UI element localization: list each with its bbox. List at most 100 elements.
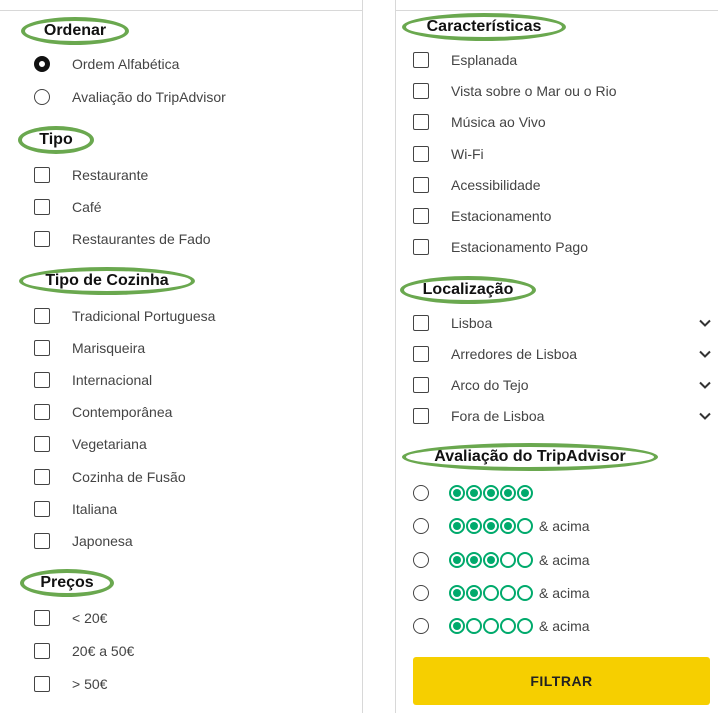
- checkbox-option-contemporanea[interactable]: Contemporânea: [34, 400, 172, 424]
- option-label: > 50€: [72, 676, 108, 692]
- checkbox[interactable]: [34, 340, 50, 357]
- rating-option-4[interactable]: & acima: [413, 514, 590, 538]
- checkbox-option-estacionamento-pago[interactable]: Estacionamento Pago: [413, 235, 588, 259]
- radio-button[interactable]: [413, 485, 429, 501]
- option-label: Restaurante: [72, 167, 149, 183]
- option-label: Lisboa: [451, 315, 493, 331]
- checkbox-option-internacional[interactable]: Internacional: [34, 368, 152, 392]
- checkbox[interactable]: [413, 83, 429, 100]
- radio-button[interactable]: [413, 551, 429, 568]
- radio-button[interactable]: [34, 56, 50, 72]
- checkbox[interactable]: [413, 315, 429, 331]
- option-label: Tradicional Portuguesa: [72, 308, 216, 324]
- filled-bubble-icon: [500, 485, 516, 501]
- checkbox-option-50[interactable]: > 50€: [34, 672, 107, 696]
- option-label: Wi-Fi: [451, 145, 484, 162]
- checkbox[interactable]: [34, 468, 50, 485]
- checkbox-option-restaurantes-de-fado[interactable]: Restaurantes de Fado: [34, 227, 211, 251]
- checkbox[interactable]: [413, 145, 429, 162]
- checkbox[interactable]: [34, 676, 50, 692]
- checkbox-option-lisboa[interactable]: Lisboa: [413, 311, 492, 335]
- checkbox[interactable]: [34, 404, 50, 421]
- checkbox-option-restaurante[interactable]: Restaurante: [34, 163, 148, 187]
- checkbox[interactable]: [413, 208, 429, 224]
- empty-bubble-icon: [483, 618, 499, 635]
- checkbox[interactable]: [34, 643, 50, 659]
- checkbox-option-marisqueira[interactable]: Marisqueira: [34, 336, 145, 360]
- filled-bubble-icon: [449, 518, 465, 535]
- option-label: Esplanada: [451, 52, 518, 68]
- checkbox[interactable]: [413, 52, 429, 68]
- rating-suffix: & acima: [539, 551, 590, 568]
- section-heading-tipo-de-cozinha: Tipo de Cozinha: [19, 267, 195, 295]
- empty-bubble-icon: [517, 551, 533, 568]
- option-label: Vegetariana: [72, 436, 147, 453]
- checkbox[interactable]: [34, 167, 50, 183]
- option-label: Contemporânea: [72, 404, 173, 421]
- checkbox-option-japonesa[interactable]: Japonesa: [34, 529, 133, 553]
- checkbox[interactable]: [34, 372, 50, 389]
- option-label: Italiana: [72, 500, 118, 517]
- option-label: Ordem Alfabética: [72, 56, 180, 72]
- option-label: Cozinha de Fusão: [72, 468, 186, 485]
- checkbox[interactable]: [413, 408, 429, 424]
- checkbox[interactable]: [413, 377, 429, 393]
- rating-option-1[interactable]: & acima: [413, 614, 590, 638]
- radio-button[interactable]: [34, 89, 50, 105]
- chevron-down-icon[interactable]: [698, 409, 712, 423]
- checkbox-option-vegetariana[interactable]: Vegetariana: [34, 432, 147, 456]
- checkbox[interactable]: [413, 176, 429, 193]
- divider: [0, 10, 362, 11]
- empty-bubble-icon: [500, 584, 516, 601]
- checkbox[interactable]: [413, 346, 429, 362]
- checkbox[interactable]: [34, 532, 50, 549]
- chevron-down-icon[interactable]: [698, 347, 712, 361]
- radio-button[interactable]: [413, 584, 429, 601]
- checkbox[interactable]: [413, 114, 429, 131]
- checkbox-option-20[interactable]: < 20€: [34, 606, 107, 630]
- checkbox[interactable]: [34, 436, 50, 453]
- checkbox-option-italiana[interactable]: Italiana: [34, 497, 117, 521]
- empty-bubble-icon: [517, 518, 533, 535]
- radio-button[interactable]: [413, 618, 429, 635]
- filter-button[interactable]: FILTRAR: [413, 657, 710, 705]
- rating-suffix: & acima: [539, 518, 590, 535]
- checkbox-option-musica-ao-vivo[interactable]: Música ao Vivo: [413, 110, 546, 134]
- checkbox-option-estacionamento[interactable]: Estacionamento: [413, 204, 551, 228]
- checkbox-option-acessibilidade[interactable]: Acessibilidade: [413, 173, 541, 197]
- chevron-down-icon[interactable]: [698, 378, 712, 392]
- checkbox-option-esplanada[interactable]: Esplanada: [413, 48, 517, 72]
- empty-bubble-icon: [500, 551, 516, 568]
- checkbox-option-wi-fi[interactable]: Wi-Fi: [413, 142, 484, 166]
- checkbox[interactable]: [34, 500, 50, 517]
- checkbox[interactable]: [34, 199, 50, 215]
- rating-option-3[interactable]: & acima: [413, 548, 590, 572]
- sort-option-alphabetical[interactable]: Ordem Alfabética: [34, 52, 179, 76]
- filled-bubble-icon: [483, 485, 499, 501]
- checkbox-option-vista-sobre-o-mar-ou-o-rio[interactable]: Vista sobre o Mar ou o Rio: [413, 79, 617, 103]
- checkbox-option-fora-de-lisboa[interactable]: Fora de Lisboa: [413, 404, 544, 428]
- checkbox[interactable]: [34, 610, 50, 626]
- checkbox-option-tradicional-portuguesa[interactable]: Tradicional Portuguesa: [34, 304, 215, 328]
- section-heading-avaliacao: Avaliação do TripAdvisor: [402, 443, 658, 471]
- checkbox-option-arredores-de-lisboa[interactable]: Arredores de Lisboa: [413, 342, 577, 366]
- checkbox-option-cozinha-de-fusao[interactable]: Cozinha de Fusão: [34, 465, 186, 489]
- checkbox[interactable]: [413, 239, 429, 256]
- radio-button[interactable]: [413, 518, 429, 535]
- filled-bubble-icon: [500, 518, 516, 535]
- option-label: Fora de Lisboa: [451, 408, 545, 424]
- checkbox[interactable]: [34, 231, 50, 247]
- sort-option-tripadvisor[interactable]: Avaliação do TripAdvisor: [34, 85, 226, 109]
- checkbox-option-20-a-50[interactable]: 20€ a 50€: [34, 639, 134, 663]
- checkbox-option-cafe[interactable]: Café: [34, 195, 102, 219]
- checkbox-option-arco-do-tejo[interactable]: Arco do Tejo: [413, 373, 529, 397]
- option-label: Internacional: [72, 372, 153, 389]
- rating-option-5[interactable]: [413, 481, 533, 505]
- checkbox[interactable]: [34, 308, 50, 324]
- option-label: Marisqueira: [72, 340, 146, 357]
- option-label: Vista sobre o Mar ou o Rio: [451, 83, 617, 100]
- rating-option-2[interactable]: & acima: [413, 581, 590, 605]
- option-label: Café: [72, 199, 102, 215]
- option-label: Música ao Vivo: [451, 114, 546, 131]
- chevron-down-icon[interactable]: [698, 316, 712, 330]
